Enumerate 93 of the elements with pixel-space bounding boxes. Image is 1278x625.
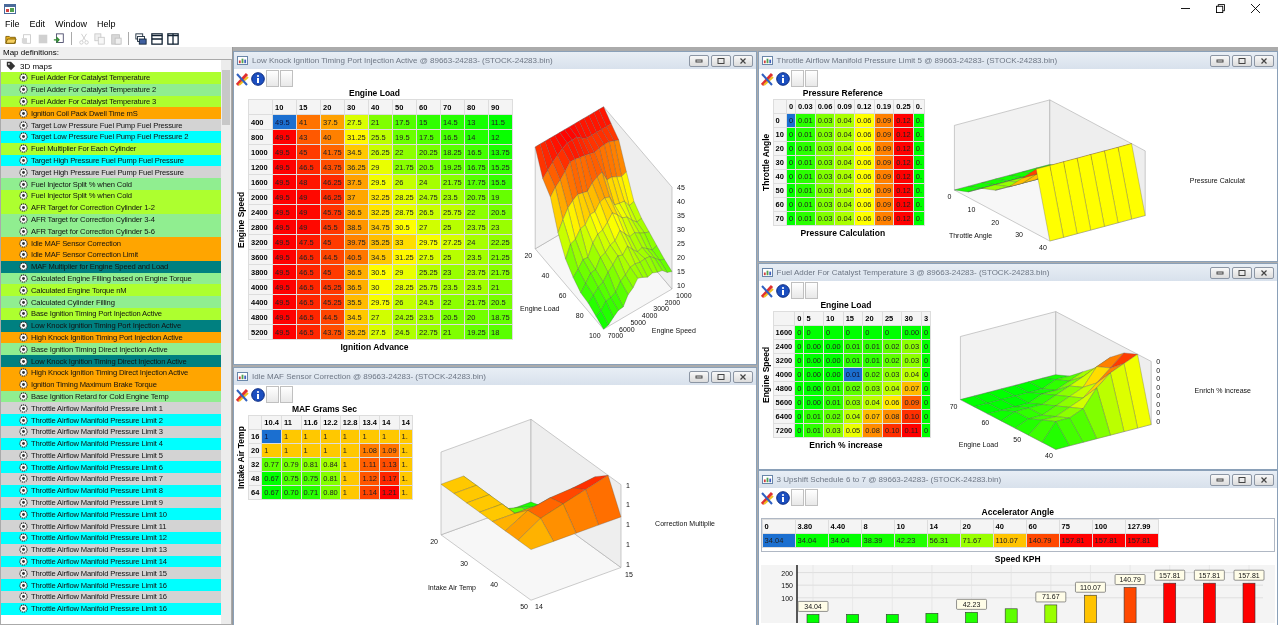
minimize-icon (1216, 57, 1224, 64)
close-button[interactable] (1254, 54, 1274, 67)
tag-icon (6, 61, 16, 71)
axis-title: Throttle Angle (760, 132, 772, 194)
tree-item[interactable]: 3D maps (1, 60, 221, 72)
close-icon (738, 373, 747, 380)
info-icon[interactable] (251, 387, 265, 402)
bar (806, 614, 819, 623)
info-icon[interactable] (251, 71, 265, 86)
menu-item[interactable]: Window (55, 18, 88, 29)
chart-window-icon (761, 268, 773, 277)
window-title: Throttle Airflow Manifold Pressure Limit 5 @ 89663-24283- (STOCK-24283.bin) (776, 56, 1059, 65)
pencil-icon[interactable] (236, 71, 250, 86)
close-icon[interactable] (1251, 4, 1260, 13)
axis-title: Accelerator Angle (980, 507, 1055, 518)
maximize-button[interactable] (1232, 54, 1252, 67)
bar (1163, 582, 1176, 623)
maximize-icon (716, 373, 725, 380)
app-icon (4, 3, 16, 14)
minimize-icon (1216, 476, 1224, 483)
axis-title: Engine Speed (236, 190, 247, 250)
maximize-button[interactable] (710, 370, 731, 383)
table-corner-cell (248, 415, 262, 430)
chart-window-icon (237, 56, 248, 65)
axis-title: Pressure Calculation (799, 227, 887, 239)
maximize-button[interactable] (1232, 473, 1252, 486)
bar (885, 614, 899, 623)
pencil-icon[interactable] (236, 387, 250, 402)
axis-title: Engine Speed (760, 345, 772, 405)
maximize-button[interactable] (710, 54, 731, 67)
bar (1123, 587, 1136, 623)
cascade-windows-icon[interactable] (135, 32, 147, 45)
bar (1044, 604, 1057, 623)
panel-label: Map definitions: (0, 47, 232, 59)
bar (845, 614, 859, 623)
close-button[interactable] (1254, 473, 1274, 486)
pencil-icon[interactable] (760, 490, 775, 505)
close-button[interactable] (732, 54, 753, 67)
pencil-icon[interactable] (760, 71, 775, 86)
chart-title: Speed KPH (993, 554, 1042, 565)
window-title-bar[interactable]: Low Knock Ignition Timing Port Injection Active @ 89663-24283- (STOCK-24283.bin) (234, 52, 756, 69)
table-corner-cell (773, 311, 795, 326)
scrollbar[interactable] (221, 60, 231, 624)
bar (925, 613, 938, 623)
tile-vertical-icon[interactable] (167, 32, 179, 45)
axis-title: Engine Load (819, 300, 873, 311)
bar (1242, 582, 1255, 623)
maximize-icon (1238, 269, 1246, 276)
maximize-icon (1238, 476, 1246, 483)
menu-item[interactable]: File (5, 18, 20, 29)
pencil-icon[interactable] (760, 283, 775, 298)
menu-item[interactable]: Edit (29, 18, 46, 29)
chart-window-icon (237, 372, 248, 381)
chart-window-icon (761, 56, 773, 65)
close-icon (738, 57, 747, 64)
window-title: Fuel Adder For Catalyst Temperature 3 @ 89663-24283- (STOCK-24283.bin) (776, 268, 1051, 277)
menu-item[interactable]: Help (97, 18, 116, 29)
bar (1083, 594, 1097, 623)
window-title-bar[interactable]: 3 Upshift Schedule 6 to 7 @ 89663-24283- (STOCK-24283.bin) (758, 471, 1277, 488)
window-title-bar[interactable]: Idle MAF Sensor Correction @ 89663-24283- (STOCK-24283.bin) (234, 368, 756, 385)
axis-title: Ignition Advance (339, 341, 410, 353)
window-title-bar[interactable]: Fuel Adder For Catalyst Temperature 3 @ 89663-24283- (STOCK-24283.bin) (758, 264, 1277, 281)
info-icon[interactable] (775, 71, 790, 86)
axis-title: MAF Grams Sec (290, 404, 359, 415)
axis-title: Pressure Reference (801, 88, 884, 99)
window-title-bar[interactable]: Throttle Airflow Manifold Pressure Limit 5 @ 89663-24283- (STOCK-24283.bin) (758, 52, 1277, 69)
table-corner-cell (248, 99, 273, 115)
bar (964, 612, 978, 623)
close-button[interactable] (1254, 266, 1274, 279)
window-title: 3 Upshift Schedule 6 to 7 @ 89663-24283- (STOCK-24283.bin) (776, 475, 1003, 484)
restore-icon[interactable] (1216, 4, 1225, 13)
close-icon (1260, 57, 1268, 64)
maximize-icon (716, 57, 725, 64)
maximize-button[interactable] (1232, 266, 1252, 279)
axis-title: Engine Load (348, 88, 401, 99)
bar (1004, 608, 1018, 623)
axis-title: Intake Air Temp (236, 425, 247, 491)
minimize-icon (1216, 269, 1224, 276)
window-title: Idle MAF Sensor Correction @ 89663-24283- (STOCK-24283.bin) (252, 372, 487, 381)
tile-horizontal-icon[interactable] (151, 32, 163, 45)
close-icon (1260, 269, 1268, 276)
close-button[interactable] (732, 370, 753, 383)
axis-title: Enrich % increase (808, 439, 884, 451)
close-icon (1260, 476, 1268, 483)
maximize-icon (1238, 57, 1246, 64)
chart-window-icon (761, 475, 773, 484)
window-title: Low Knock Ignition Timing Port Injection Active @ 89663-24283- (STOCK-24283.bin) (252, 56, 554, 65)
minimize-icon (694, 373, 703, 380)
minimize-icon (694, 57, 703, 64)
info-icon[interactable] (775, 283, 790, 298)
table-corner-cell (773, 99, 787, 114)
bar (1202, 582, 1216, 623)
info-icon[interactable] (775, 490, 790, 505)
